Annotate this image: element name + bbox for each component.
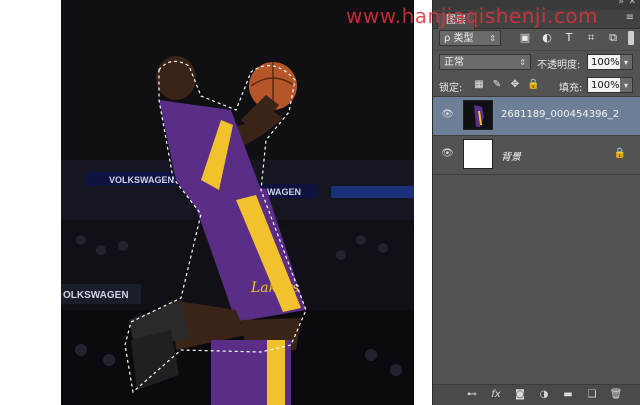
link-layers-icon[interactable]: ⊷ xyxy=(465,388,479,402)
close-icon[interactable]: ✕ xyxy=(628,0,636,7)
layer-row[interactable]: 👁 背景 🔒 xyxy=(433,136,640,175)
lock-transparent-icon[interactable]: ▦ xyxy=(473,79,485,91)
layer-name[interactable]: 2681189_000454396_2 xyxy=(501,109,619,120)
jersey-logo: Lakers xyxy=(250,280,299,296)
shape-filter-icon[interactable]: ⌗ xyxy=(583,30,599,46)
fill-value: 100% xyxy=(591,80,620,91)
delete-layer-icon[interactable]: 🗑 xyxy=(609,388,623,402)
new-group-icon[interactable]: ▬ xyxy=(561,388,575,402)
type-filter-icon[interactable]: T xyxy=(561,30,577,46)
adjustment-filter-icon[interactable]: ◐ xyxy=(539,30,555,46)
layer-row[interactable]: 👁 2681189_000454396_2 xyxy=(433,97,640,136)
photo-layer-image: VOLKSWAGEN SWAGEN OLKSWAGEN Lakers xyxy=(61,0,414,405)
watermark-text: www.hanjiaqishenji.com xyxy=(346,4,599,28)
blend-mode-label: 正常 xyxy=(444,57,464,68)
lock-image-icon[interactable]: ✎ xyxy=(491,79,503,91)
lock-all-icon[interactable]: 🔒 xyxy=(527,79,539,91)
smart-object-filter-icon[interactable]: ⧉ xyxy=(605,30,621,46)
lock-row: 锁定: ▦ ✎ ✥ 🔒 填充: 100% ▾ xyxy=(433,74,640,97)
chevron-updown-icon: ⇕ xyxy=(519,58,526,67)
layer-thumbnail xyxy=(463,139,493,169)
fx-icon[interactable]: fx xyxy=(489,388,503,402)
fill-label: 填充: xyxy=(559,83,583,94)
blend-mode-select[interactable]: 正常 ⇕ xyxy=(439,54,531,70)
blend-row: 正常 ⇕ 不透明度: 100% ▾ xyxy=(433,50,640,73)
panel-menu-icon[interactable]: ≡ xyxy=(626,12,634,23)
opacity-input[interactable]: 100% ▾ xyxy=(587,54,633,70)
add-mask-icon[interactable]: ◙ xyxy=(513,388,527,402)
lock-icon[interactable]: 🔒 xyxy=(614,148,626,159)
layer-filter-row: ρ 类型 ⇕ ▣ ◐ T ⌗ ⧉ xyxy=(433,28,640,48)
layers-panel: » ✕ 图层 ≡ ρ 类型 ⇕ ▣ ◐ T ⌗ ⧉ 正常 ⇕ 不透明度: 100… xyxy=(432,0,640,405)
collapse-icon[interactable]: » xyxy=(618,0,624,7)
opacity-value: 100% xyxy=(591,57,620,68)
filter-toggle[interactable] xyxy=(628,31,634,45)
eye-icon[interactable]: 👁 xyxy=(441,149,454,159)
chevron-down-icon[interactable]: ▾ xyxy=(620,55,632,69)
layer-name[interactable]: 背景 xyxy=(501,148,521,163)
new-layer-icon[interactable]: ❏ xyxy=(585,388,599,402)
filter-type-label: ρ 类型 xyxy=(444,33,474,44)
document-canvas[interactable]: VOLKSWAGEN SWAGEN OLKSWAGEN Lakers www.h… xyxy=(0,0,598,405)
lock-position-icon[interactable]: ✥ xyxy=(509,79,521,91)
filter-type-select[interactable]: ρ 类型 ⇕ xyxy=(439,30,501,46)
fill-input[interactable]: 100% ▾ xyxy=(587,77,633,93)
opacity-label: 不透明度: xyxy=(537,60,581,71)
chevron-updown-icon: ⇕ xyxy=(489,34,496,43)
eye-icon[interactable]: 👁 xyxy=(441,110,454,120)
layers-bottom-bar: ⊷ fx ◙ ◑ ▬ ❏ 🗑 xyxy=(433,384,640,405)
ad-board-text: VOLKSWAGEN xyxy=(109,175,174,185)
lock-label: 锁定: xyxy=(439,83,463,94)
image-filter-icon[interactable]: ▣ xyxy=(517,30,533,46)
chevron-down-icon[interactable]: ▾ xyxy=(620,78,632,92)
layer-thumbnail xyxy=(463,100,493,130)
adjustment-layer-icon[interactable]: ◑ xyxy=(537,388,551,402)
basketball-photo: VOLKSWAGEN SWAGEN OLKSWAGEN Lakers xyxy=(61,0,414,405)
ad-board-text: OLKSWAGEN xyxy=(63,290,129,301)
